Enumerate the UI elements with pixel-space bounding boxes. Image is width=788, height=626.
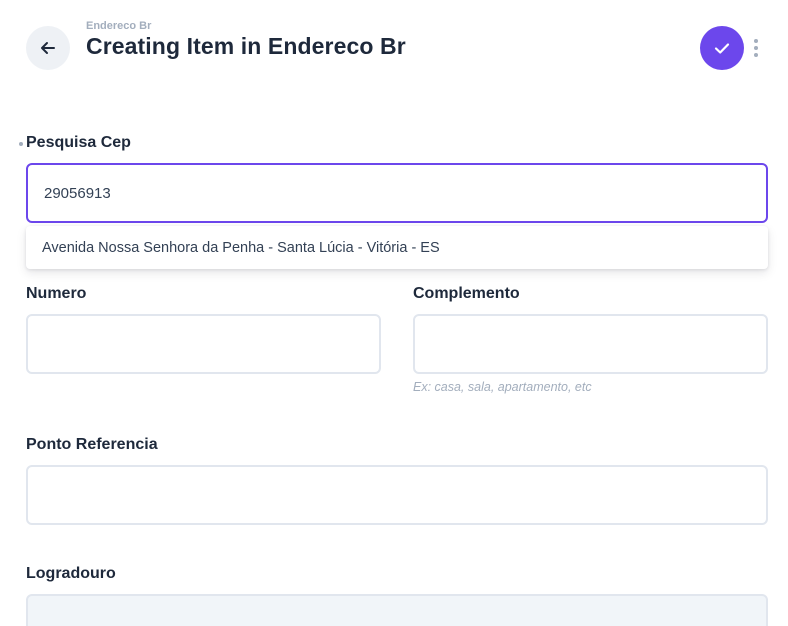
ponto-referencia-label: Ponto Referencia [26, 436, 158, 453]
save-button[interactable] [700, 26, 744, 70]
breadcrumb: Endereco Br [86, 20, 152, 32]
cep-suggestion-text: Avenida Nossa Senhora da Penha - Santa L… [42, 239, 440, 256]
logradouro-label: Logradouro [26, 565, 116, 582]
page-title: Creating Item in Endereco Br [86, 33, 406, 59]
more-vertical-icon [754, 39, 758, 43]
numero-input[interactable] [26, 314, 381, 374]
back-button[interactable] [26, 26, 70, 70]
complemento-hint: Ex: casa, sala, apartamento, etc [413, 380, 592, 394]
cep-suggestion-item[interactable]: Avenida Nossa Senhora da Penha - Santa L… [26, 226, 768, 269]
pesquisa-cep-label: Pesquisa Cep [26, 134, 131, 151]
complemento-label: Complemento [413, 285, 520, 302]
arrow-left-icon [41, 42, 55, 54]
page: Endereco Br Creating Item in Endereco Br… [0, 0, 788, 626]
more-vertical-icon-dot [754, 46, 758, 50]
pesquisa-cep-input[interactable] [26, 163, 768, 223]
ponto-referencia-input[interactable] [26, 465, 768, 525]
numero-label: Numero [26, 285, 87, 302]
check-icon [714, 43, 730, 54]
logradouro-input[interactable] [26, 594, 768, 626]
required-indicator [19, 142, 23, 146]
more-options-button[interactable] [748, 34, 764, 62]
more-vertical-icon-dot [754, 53, 758, 57]
complemento-input[interactable] [413, 314, 768, 374]
